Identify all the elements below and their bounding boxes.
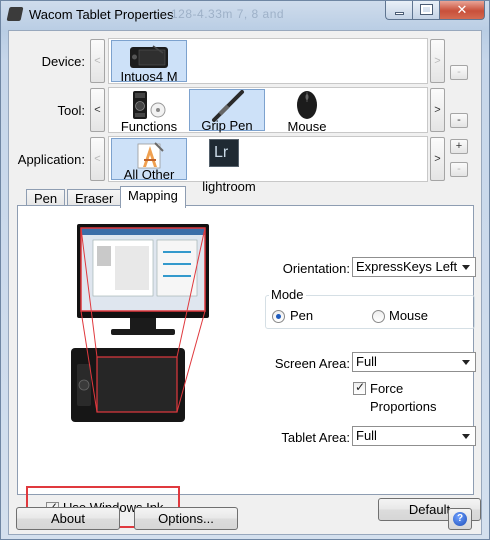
application-scroll-left-button[interactable]: <	[90, 137, 105, 181]
wacom-app-icon	[6, 7, 24, 21]
options-button[interactable]: Options...	[134, 507, 238, 530]
chevron-down-icon	[462, 434, 470, 439]
application-item-label: All Other	[123, 167, 175, 182]
tool-label: Tool:	[57, 103, 85, 118]
application-item-label: lightroom	[202, 179, 256, 194]
mode-pen-radio[interactable]	[272, 310, 285, 323]
mode-mouse-radio[interactable]	[372, 310, 385, 323]
lightroom-icon-text: Lr	[214, 144, 229, 161]
device-item-label: Intuos4 M	[120, 69, 178, 84]
tool-scroll-left-button[interactable]: <	[90, 88, 105, 132]
tablet-area-dropdown[interactable]: Full	[352, 426, 476, 446]
orientation-value: ExpressKeys Left	[356, 259, 458, 274]
chevron-down-icon	[462, 265, 470, 270]
all-apps-icon	[137, 142, 164, 169]
orientation-dropdown[interactable]: ExpressKeys Left	[352, 257, 476, 277]
title-bar[interactable]: Wacom Tablet Properties 128-4.33m 7, 8 a…	[1, 1, 489, 29]
force-proportions-checkbox[interactable]	[353, 380, 366, 395]
dialog-client-area: Device: < Intuos4 M > - Tool: < Function…	[8, 30, 482, 535]
mapping-illustration	[71, 224, 209, 422]
tool-scroll-right-button[interactable]: >	[430, 88, 445, 132]
mode-pen-label: Pen	[290, 308, 314, 323]
mouse-icon	[297, 91, 317, 119]
application-item-all-other[interactable]: All Other	[111, 138, 187, 182]
functions-icon	[133, 91, 166, 119]
screen-area-value: Full	[356, 354, 377, 369]
tab-mapping[interactable]: Mapping	[120, 186, 186, 208]
about-button[interactable]: About	[16, 507, 120, 530]
mode-mouse-label: Mouse	[389, 308, 429, 323]
tool-item-label: Mouse	[287, 119, 327, 134]
screen-area-dropdown[interactable]: Full	[352, 352, 476, 372]
screen-area-label: Screen Area:	[274, 356, 350, 371]
close-icon: ✕	[456, 2, 468, 17]
device-scroll-right-button[interactable]: >	[430, 39, 445, 83]
application-strip: All Other Lr lightroom	[108, 136, 428, 194]
maximize-icon	[420, 4, 433, 15]
device-strip: Intuos4 M	[108, 38, 428, 84]
chevron-down-icon	[462, 360, 470, 365]
window-title: Wacom Tablet Properties	[29, 7, 174, 22]
tool-item-label: Functions	[120, 119, 178, 134]
application-scroll-right-button[interactable]: >	[430, 137, 445, 181]
tool-remove-button[interactable]: -	[450, 113, 468, 128]
device-remove-button[interactable]: -	[450, 65, 468, 80]
force-proportions-label-line2: Proportions	[370, 399, 437, 414]
application-add-button[interactable]: +	[450, 139, 468, 154]
force-proportions-label-line1: Force	[370, 381, 404, 396]
application-label: Application:	[17, 152, 85, 167]
wacom-tablet-properties-window: Wacom Tablet Properties 128-4.33m 7, 8 a…	[0, 0, 490, 540]
orientation-label: Orientation:	[282, 261, 350, 276]
lightroom-icon: Lr	[209, 139, 239, 167]
mode-legend: Mode	[269, 287, 306, 302]
tablet-area-label: Tablet Area:	[281, 430, 350, 445]
application-item-lightroom[interactable]: Lr lightroom	[189, 138, 269, 194]
device-item-intuos4[interactable]: Intuos4 M	[111, 40, 187, 84]
tablet-icon	[130, 45, 168, 68]
close-button[interactable]: ✕	[439, 1, 485, 20]
help-icon: ?	[453, 512, 467, 526]
tool-item-grip-pen[interactable]: Grip Pen	[189, 89, 265, 133]
mapping-tab-panel: Orientation: ExpressKeys Left Mode Pen M…	[17, 205, 481, 528]
device-scroll-left-button[interactable]: <	[90, 39, 105, 83]
tool-item-functions[interactable]: Functions	[111, 89, 187, 134]
application-remove-button[interactable]: -	[450, 162, 468, 177]
tool-strip: Functions Grip Pen Mouse	[108, 87, 428, 134]
tool-item-label: Grip Pen	[201, 118, 253, 133]
help-button[interactable]: ?	[448, 508, 472, 530]
tablet-area-value: Full	[356, 428, 377, 443]
maximize-button[interactable]	[412, 1, 439, 20]
device-label: Device:	[41, 54, 85, 69]
tool-item-mouse[interactable]: Mouse	[269, 89, 345, 134]
minimize-button[interactable]	[385, 1, 412, 20]
minimize-icon	[395, 12, 404, 15]
background-window-text: 128-4.33m 7, 8 and	[171, 7, 285, 21]
